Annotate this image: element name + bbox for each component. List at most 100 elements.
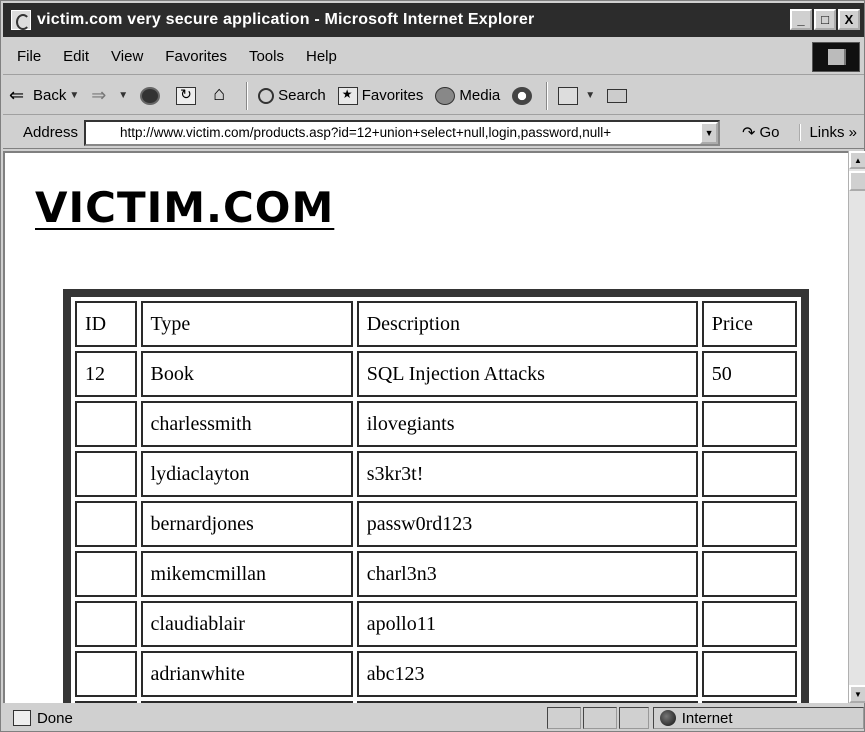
vertical-scrollbar[interactable]: ▲ ▼ (848, 151, 865, 703)
table-row (75, 701, 797, 703)
history-button[interactable] (506, 86, 542, 105)
cell-price (701, 601, 797, 647)
cell-description (356, 701, 698, 703)
table-row: claudiablair apollo11 (75, 601, 797, 647)
links-button[interactable]: Links » (799, 124, 857, 141)
table-row: charlessmith ilovegiants (75, 401, 797, 447)
menu-bar: File Edit View Favorites Tools Help (3, 39, 864, 75)
back-arrow-icon (9, 85, 29, 106)
media-label: Media (459, 87, 501, 104)
products-table: ID Type Description Price 12 Book SQL In… (71, 297, 801, 703)
page-title: VICTIM.COM (35, 183, 335, 232)
address-input[interactable] (116, 125, 697, 140)
go-label: Go (759, 124, 780, 141)
cell-type: charlessmith (140, 401, 353, 447)
address-dropdown-icon[interactable]: ▼ (700, 121, 719, 144)
cell-description: charl3n3 (356, 551, 698, 597)
cell-type: mikemcmillan (140, 551, 353, 597)
table-row: mikemcmillan charl3n3 (75, 551, 797, 597)
mail-icon (558, 86, 579, 105)
cell-price (701, 701, 797, 703)
mail-button[interactable]: ▼ (552, 86, 601, 105)
ie-page-icon (11, 10, 31, 30)
go-button[interactable]: ↷ Go (742, 123, 779, 143)
header-id: ID (75, 301, 137, 347)
title-bar[interactable]: victim.com very secure application - Mic… (3, 3, 864, 37)
cell-id (75, 651, 137, 697)
home-icon (212, 83, 232, 106)
scroll-thumb[interactable] (849, 171, 865, 191)
history-icon (512, 86, 533, 105)
status-bar: Done Internet (3, 705, 864, 731)
cell-type: adrianwhite (140, 651, 353, 697)
status-text: Done (36, 709, 73, 727)
security-zone: Internet (652, 707, 864, 729)
header-description: Description (356, 301, 698, 347)
maximize-button[interactable]: □ (814, 9, 836, 30)
header-price: Price (701, 301, 797, 347)
back-dropdown-icon[interactable]: ▼ (69, 90, 79, 101)
cell-description: passw0rd123 (356, 501, 698, 547)
search-label: Search (278, 87, 326, 104)
cell-type: lydiaclayton (140, 451, 353, 497)
mail-dropdown-icon[interactable]: ▼ (585, 90, 595, 101)
table-row: lydiaclayton s3kr3t! (75, 451, 797, 497)
media-icon (435, 86, 456, 105)
status-panel (547, 707, 581, 729)
back-button[interactable]: Back ▼ (3, 85, 85, 106)
table-row: adrianwhite abc123 (75, 651, 797, 697)
address-box[interactable]: ▼ (84, 119, 721, 146)
cell-description: SQL Injection Attacks (356, 351, 698, 397)
window-title: victim.com very secure application - Mic… (37, 11, 535, 28)
forward-arrow-icon (91, 85, 111, 106)
stop-icon (140, 86, 161, 105)
header-type: Type (140, 301, 353, 347)
menu-favorites[interactable]: Favorites (154, 48, 238, 65)
globe-icon (659, 710, 676, 726)
cell-id (75, 701, 137, 703)
go-arrow-icon: ↷ (742, 124, 756, 142)
window-controls: _ □ X (790, 9, 860, 30)
menu-file[interactable]: File (3, 48, 52, 65)
cell-price (701, 551, 797, 597)
table-header-row: ID Type Description Price (75, 301, 797, 347)
forward-button[interactable]: ▼ (85, 85, 134, 106)
stop-button[interactable] (134, 86, 170, 105)
table-row: bernardjones passw0rd123 (75, 501, 797, 547)
cell-price (701, 451, 797, 497)
minimize-button[interactable]: _ (790, 9, 812, 30)
scroll-up-icon[interactable]: ▲ (849, 151, 865, 169)
address-label: Address (23, 124, 79, 141)
page-content: VICTIM.COM ID Type Description Price 12 … (3, 151, 848, 703)
menu-edit[interactable]: Edit (52, 48, 100, 65)
toolbar: Back ▼ ▼ Search Favorites Media ▼ (3, 77, 864, 115)
status-panel (582, 707, 617, 729)
search-button[interactable]: Search (252, 87, 332, 104)
search-icon (258, 87, 275, 104)
menu-tools[interactable]: Tools (238, 48, 295, 65)
media-button[interactable]: Media (429, 86, 506, 105)
scroll-down-icon[interactable]: ▼ (849, 685, 865, 703)
page-icon (90, 123, 112, 143)
cell-id: 12 (75, 351, 137, 397)
menu-help[interactable]: Help (295, 48, 348, 65)
favorites-button[interactable]: Favorites (332, 86, 430, 105)
home-button[interactable] (206, 83, 242, 106)
status-panel (618, 707, 649, 729)
cell-type: claudiablair (140, 601, 353, 647)
refresh-button[interactable] (170, 86, 206, 105)
menu-view[interactable]: View (100, 48, 154, 65)
toolbar-separator (546, 81, 549, 110)
zone-label: Internet (681, 709, 733, 727)
cell-id (75, 401, 137, 447)
refresh-icon (176, 86, 197, 105)
print-button[interactable] (601, 88, 637, 103)
close-button[interactable]: X (838, 9, 860, 30)
forward-dropdown-icon[interactable]: ▼ (118, 90, 128, 101)
cell-id (75, 451, 137, 497)
back-label: Back (33, 87, 67, 104)
cell-description: s3kr3t! (356, 451, 698, 497)
page-done-icon (13, 710, 31, 726)
table-row: 12 Book SQL Injection Attacks 50 (75, 351, 797, 397)
toolbar-separator (246, 81, 249, 110)
